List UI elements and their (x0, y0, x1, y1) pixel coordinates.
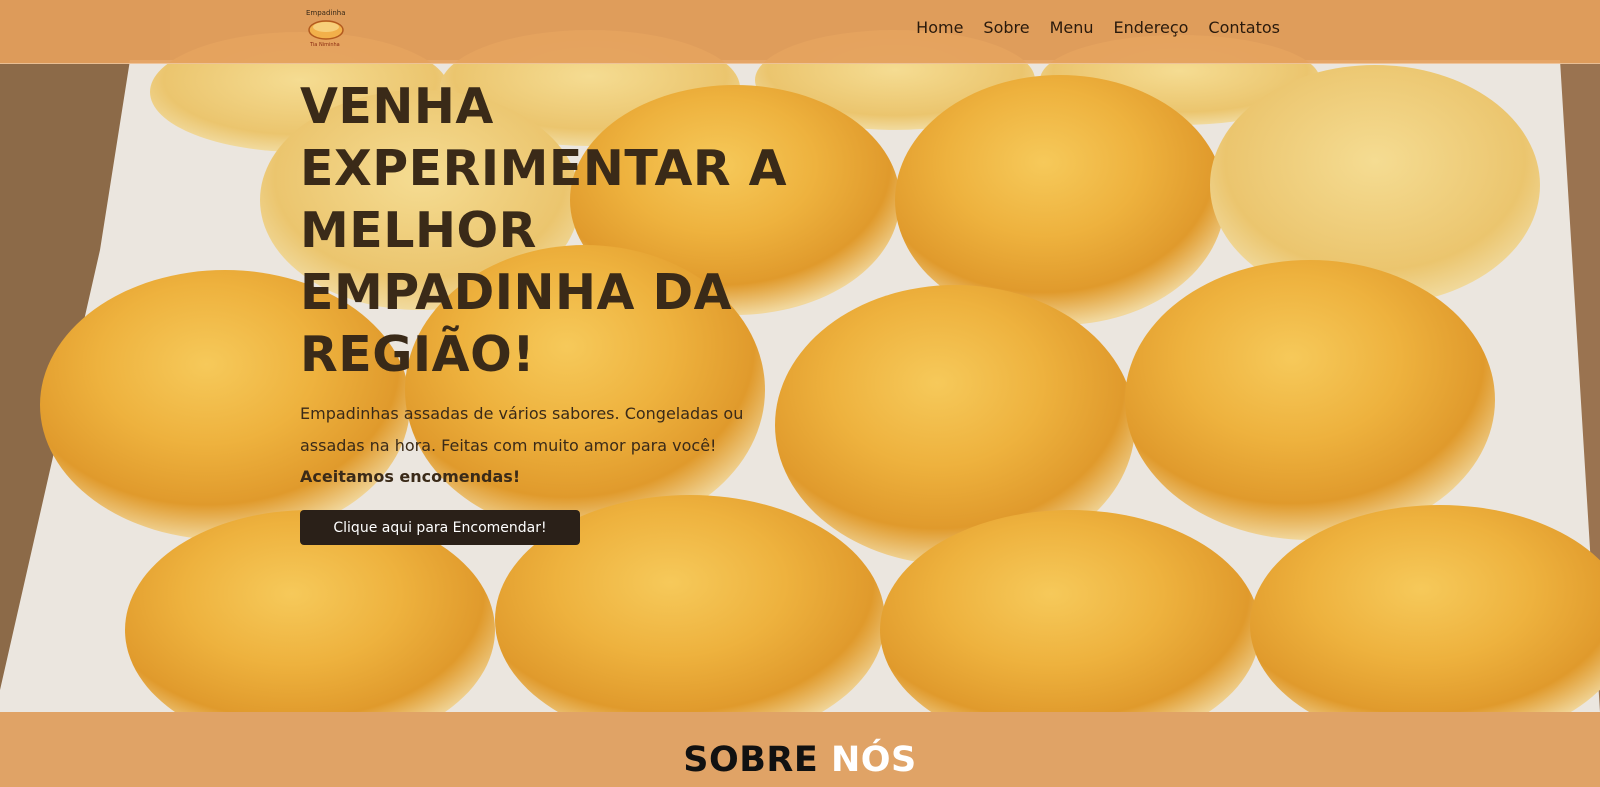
main-nav: Home Sobre Menu Endereço Contatos (916, 18, 1280, 37)
svg-text:Tia Niminha: Tia Niminha (309, 42, 340, 48)
nav-endereco[interactable]: Endereço (1114, 18, 1189, 37)
order-button[interactable]: Clique aqui para Encomendar! (300, 510, 580, 545)
hero-title: VENHA EXPERIMENTAR A MELHOR EMPADINHA DA… (300, 78, 788, 383)
empadinha-logo-icon: Empadinha Tia Niminha (306, 9, 346, 48)
about-section: SOBRE NÓS (0, 712, 1600, 787)
hero-description: Empadinhas assadas de vários sabores. Co… (300, 404, 744, 455)
nav-contatos[interactable]: Contatos (1208, 18, 1280, 37)
brand-logo[interactable]: Empadinha Tia Niminha (304, 6, 350, 48)
navbar: Empadinha Tia Niminha Home Sobre Menu En… (0, 0, 1600, 64)
hero-content: VENHA EXPERIMENTAR A MELHOR EMPADINHA DA… (300, 76, 820, 545)
hero-highlight: Aceitamos encomendas! (300, 467, 521, 486)
about-title-word2: NÓS (830, 740, 917, 780)
svg-text:Empadinha: Empadinha (306, 9, 346, 17)
nav-home[interactable]: Home (916, 18, 963, 37)
about-title: SOBRE NÓS (0, 740, 1600, 780)
nav-menu[interactable]: Menu (1050, 18, 1094, 37)
nav-sobre[interactable]: Sobre (983, 18, 1029, 37)
about-title-word1: SOBRE (683, 740, 819, 780)
